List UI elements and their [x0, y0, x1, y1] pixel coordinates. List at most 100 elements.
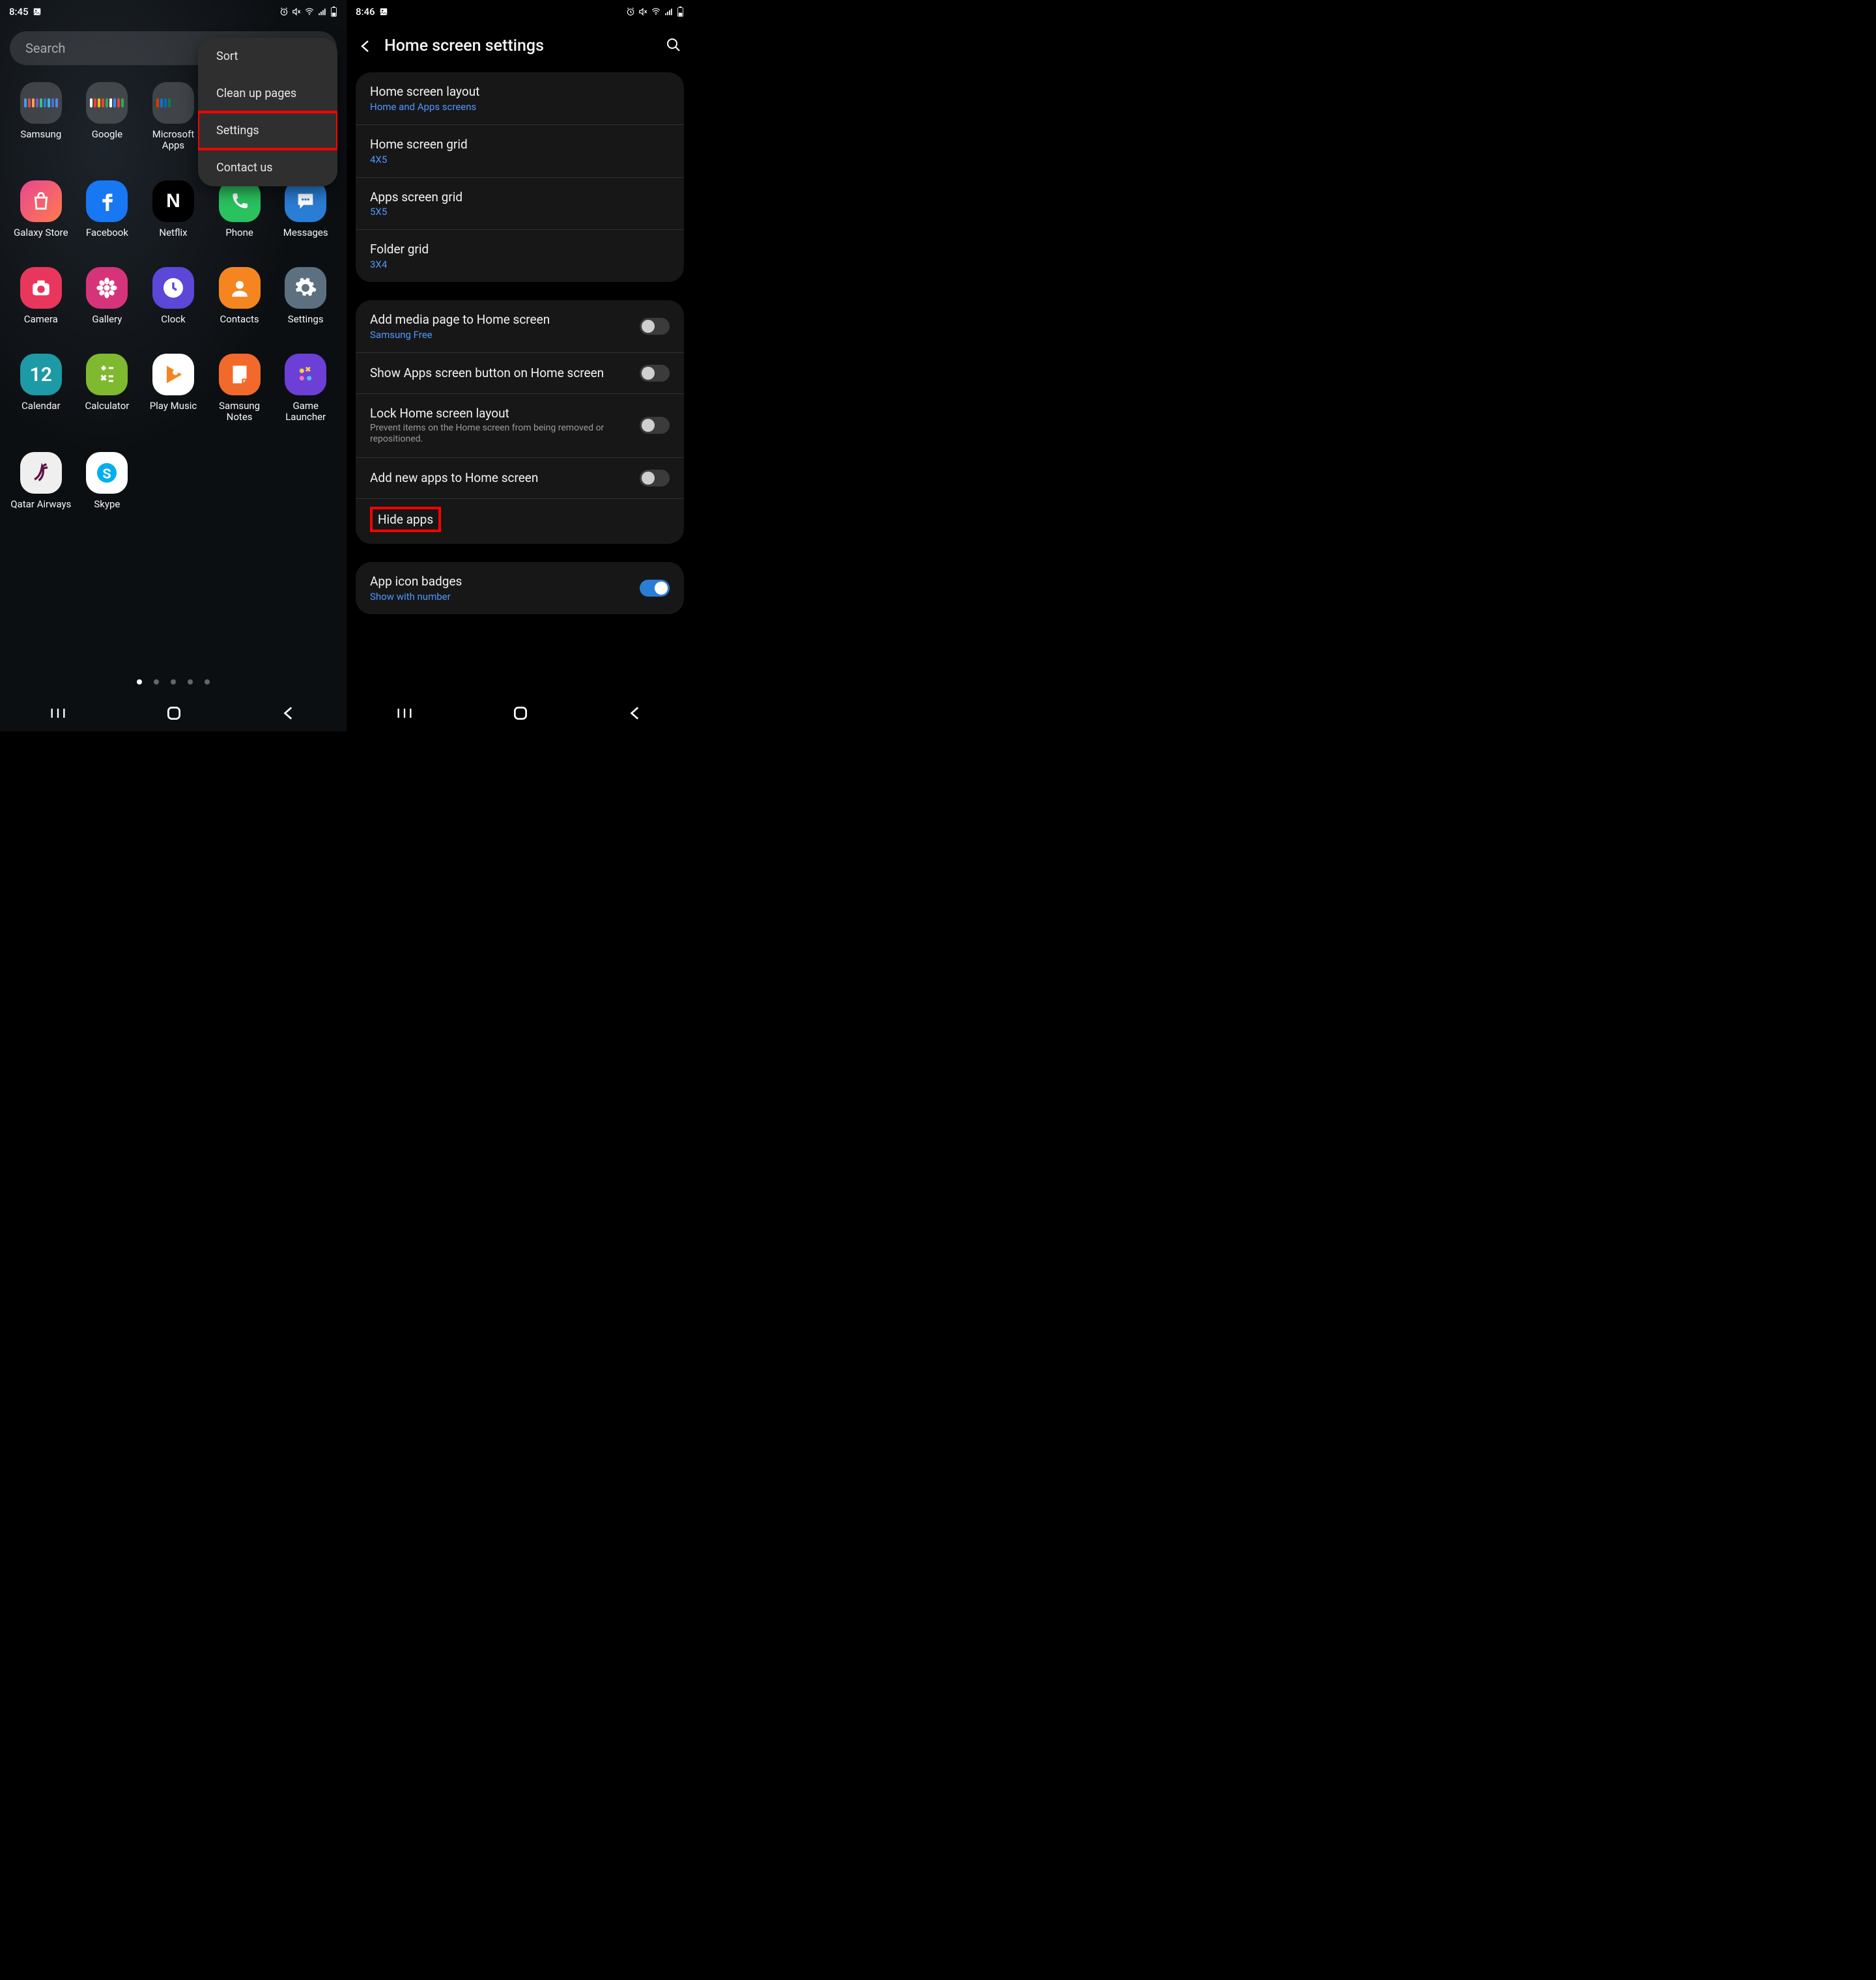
- app-calculator[interactable]: Calculator: [74, 354, 141, 423]
- app-label: Camera: [24, 314, 58, 325]
- phone-icon: [229, 191, 250, 212]
- app-samsung-notes[interactable]: Samsung Notes: [206, 354, 273, 423]
- menu-clean-up-pages[interactable]: Clean up pages: [198, 75, 337, 112]
- app-contacts[interactable]: Contacts: [206, 267, 273, 325]
- row-lock-layout[interactable]: Lock Home screen layout Prevent items on…: [356, 394, 684, 458]
- settings-card: Home screen layout Home and Apps screens…: [356, 72, 684, 282]
- back-icon[interactable]: [358, 38, 374, 54]
- page-dot[interactable]: [205, 679, 210, 685]
- app-play-music[interactable]: Play Music: [140, 354, 206, 423]
- menu-sort[interactable]: Sort: [198, 38, 337, 75]
- row-show-apps-button[interactable]: Show Apps screen button on Home screen: [356, 353, 684, 394]
- toggle-switch[interactable]: [640, 470, 670, 487]
- home-icon[interactable]: [512, 705, 529, 722]
- app-label: Galaxy Store: [14, 227, 68, 238]
- mute-icon: [292, 7, 301, 16]
- app-settings[interactable]: Settings: [272, 267, 339, 325]
- alarm-icon: [626, 7, 635, 16]
- app-calendar[interactable]: 12 Calendar: [8, 354, 74, 423]
- picture-icon: [33, 7, 42, 16]
- row-subtitle: Show with number: [370, 591, 640, 602]
- row-subtitle: 4X5: [370, 154, 670, 165]
- person-icon: [228, 276, 251, 300]
- page-dot[interactable]: [171, 679, 176, 685]
- row-home-screen-grid[interactable]: Home screen grid 4X5: [356, 125, 684, 178]
- status-bar: 8:45: [0, 0, 347, 23]
- oryx-icon: [28, 460, 54, 486]
- battery-icon: [330, 7, 337, 17]
- row-app-icon-badges[interactable]: App icon badges Show with number: [356, 562, 684, 614]
- toggle-switch[interactable]: [640, 417, 670, 434]
- app-camera[interactable]: Camera: [8, 267, 74, 325]
- app-label: Clock: [161, 314, 185, 325]
- wifi-icon: [304, 7, 315, 16]
- svg-text:S: S: [103, 466, 111, 482]
- row-title: Add media page to Home screen: [370, 312, 640, 328]
- app-label: Contacts: [220, 314, 259, 325]
- app-skype[interactable]: S Skype: [74, 452, 141, 510]
- app-netflix[interactable]: N Netflix: [140, 180, 206, 238]
- home-icon[interactable]: [165, 705, 182, 722]
- app-google-folder[interactable]: Google: [74, 82, 141, 152]
- app-qatar-airways[interactable]: Qatar Airways: [8, 452, 74, 510]
- app-label: Game Launcher: [275, 401, 336, 423]
- toggle-switch[interactable]: [640, 580, 670, 597]
- nav-bar: [347, 695, 693, 731]
- app-gallery[interactable]: Gallery: [74, 267, 141, 325]
- flower-icon: [95, 276, 119, 300]
- recents-icon[interactable]: [395, 704, 414, 722]
- page-dot[interactable]: [154, 679, 159, 685]
- game-icon: [294, 363, 317, 386]
- row-title: Hide apps: [378, 512, 433, 527]
- app-phone[interactable]: Phone: [206, 180, 273, 238]
- menu-contact-us[interactable]: Contact us: [198, 149, 337, 186]
- app-facebook[interactable]: Facebook: [74, 180, 141, 238]
- app-samsung-folder[interactable]: Samsung: [8, 82, 74, 152]
- app-messages[interactable]: Messages: [272, 180, 339, 238]
- app-galaxy-store[interactable]: Galaxy Store: [8, 180, 74, 238]
- settings-card: Add media page to Home screen Samsung Fr…: [356, 300, 684, 544]
- app-label: Google: [92, 129, 122, 140]
- play-icon: [160, 361, 186, 388]
- app-microsoft-folder[interactable]: Microsoft Apps: [140, 82, 206, 152]
- page-dot[interactable]: [137, 679, 142, 685]
- row-hide-apps[interactable]: Hide apps: [356, 499, 684, 544]
- page-indicator: [0, 679, 347, 685]
- app-label: Skype: [94, 499, 120, 510]
- alarm-icon: [279, 7, 289, 16]
- page-title: Home screen settings: [384, 36, 655, 55]
- row-apps-screen-grid[interactable]: Apps screen grid 5X5: [356, 178, 684, 231]
- note-icon: [228, 363, 251, 386]
- app-label: Messages: [283, 227, 328, 238]
- search-icon[interactable]: [666, 37, 681, 55]
- row-folder-grid[interactable]: Folder grid 3X4: [356, 230, 684, 282]
- toggle-switch[interactable]: [640, 318, 670, 335]
- row-home-screen-layout[interactable]: Home screen layout Home and Apps screens: [356, 72, 684, 125]
- recents-icon[interactable]: [49, 704, 67, 722]
- row-subtitle: 5X5: [370, 206, 670, 218]
- row-title: Add new apps to Home screen: [370, 470, 640, 486]
- app-label: Facebook: [86, 227, 128, 238]
- row-title: Home screen grid: [370, 137, 670, 152]
- app-label: Gallery: [92, 314, 122, 325]
- settings-card: App icon badges Show with number: [356, 562, 684, 614]
- search-placeholder: Search: [25, 40, 65, 56]
- app-label: Netflix: [159, 227, 187, 238]
- signal-icon: [318, 7, 327, 16]
- row-title: Show Apps screen button on Home screen: [370, 365, 640, 381]
- app-clock[interactable]: Clock: [140, 267, 206, 325]
- row-title: Home screen layout: [370, 84, 670, 100]
- status-time: 8:46: [356, 6, 375, 18]
- row-add-new-apps[interactable]: Add new apps to Home screen: [356, 458, 684, 499]
- status-icons: [626, 7, 684, 17]
- toggle-switch[interactable]: [640, 365, 670, 382]
- app-game-launcher[interactable]: Game Launcher: [272, 354, 339, 423]
- menu-settings[interactable]: Settings: [198, 112, 337, 149]
- back-icon[interactable]: [281, 705, 298, 722]
- apps-drawer-screen: 8:45 Search Samsung Google: [0, 0, 347, 731]
- app-label: Calendar: [21, 401, 61, 412]
- page-dot[interactable]: [188, 679, 193, 685]
- row-add-media-page[interactable]: Add media page to Home screen Samsung Fr…: [356, 300, 684, 353]
- options-dropdown: Sort Clean up pages Settings Contact us: [198, 38, 337, 186]
- back-icon[interactable]: [627, 705, 644, 722]
